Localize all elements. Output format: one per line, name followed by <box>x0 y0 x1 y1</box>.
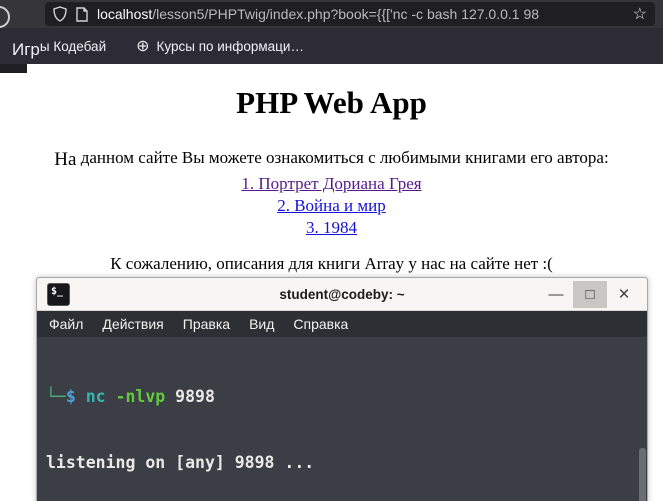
terminal-output-line: listening on [any] 9898 ... <box>46 453 315 472</box>
bookmark-label: Курсы по информаци… <box>156 38 304 54</box>
bookmark-label-prefix: Игр <box>12 40 40 59</box>
menu-help[interactable]: Справка <box>293 316 348 332</box>
menu-view[interactable]: Вид <box>249 316 274 332</box>
bookmark-item-codeby-games[interactable]: Игр ы Кодебай <box>12 36 107 60</box>
shield-icon <box>53 6 67 22</box>
terminal-prompt-line: └─$ nc -nlvp 9898 <box>46 386 647 408</box>
bookmark-star-icon[interactable]: ☆ <box>633 4 647 24</box>
browser-toolbar: localhost/lesson5/PHPTwig/index.php?book… <box>0 0 663 28</box>
screen: localhost/lesson5/PHPTwig/index.php?book… <box>0 0 663 501</box>
menu-actions[interactable]: Действия <box>102 316 163 332</box>
intro-prefix: На <box>54 149 77 170</box>
window-controls: — □ × <box>539 278 641 311</box>
intro-rest: данном сайте Вы можете ознакомиться с лю… <box>76 148 609 167</box>
menu-file[interactable]: Файл <box>49 316 83 332</box>
menu-edit[interactable]: Правка <box>183 316 230 332</box>
webpage-content: PHP Web App На данном сайте Вы можете оз… <box>0 64 663 274</box>
terminal-window: $_ student@codeby: ~ — □ × Файл Действия… <box>36 277 648 501</box>
book-links: 1. Портрет Дориана Грея 2. Война и мир 3… <box>0 173 663 239</box>
prompt-argument: 9898 <box>165 387 215 406</box>
url-fade <box>586 6 627 22</box>
maximize-button[interactable]: □ <box>573 281 607 308</box>
bookmarks-bar: Игр ы Кодебай ⊕ Курсы по информаци… <box>0 28 663 64</box>
globe-icon: ⊕ <box>136 38 150 55</box>
page-icon <box>76 6 88 22</box>
prompt-branch: └─ <box>46 387 66 406</box>
url-text[interactable]: localhost/lesson5/PHPTwig/index.php?book… <box>97 6 627 22</box>
account-icon[interactable] <box>0 6 10 28</box>
url-path: /lesson5/PHPTwig/index.php?book={{['nc -… <box>152 6 540 22</box>
book-link-2[interactable]: 2. Война и мир <box>0 195 663 217</box>
book-link-1[interactable]: 1. Портрет Дориана Грея <box>0 173 663 195</box>
close-button[interactable]: × <box>607 281 641 308</box>
book-link-3[interactable]: 3. 1984 <box>0 217 663 239</box>
url-domain: localhost <box>97 6 153 22</box>
prompt-options: -nlvp <box>115 387 166 406</box>
terminal-menubar: Файл Действия Правка Вид Справка <box>37 311 647 337</box>
bookmark-label-rest: ы Кодебай <box>39 38 107 54</box>
address-bar[interactable]: localhost/lesson5/PHPTwig/index.php?book… <box>45 2 655 26</box>
page-title: PHP Web App <box>236 85 427 120</box>
terminal-body[interactable]: └─$ nc -nlvp 9898 listening on [any] 989… <box>37 337 647 501</box>
prompt-dollar: $ <box>65 387 76 406</box>
sorry-message: К сожалению, описания для книги Array у … <box>110 254 553 273</box>
bookmark-item-courses[interactable]: ⊕ Курсы по информаци… <box>118 36 304 56</box>
terminal-scrollbar-thumb[interactable] <box>639 448 646 501</box>
terminal-titlebar[interactable]: $_ student@codeby: ~ — □ × <box>37 278 647 311</box>
minimize-button[interactable]: — <box>539 281 573 308</box>
intro-text: На данном сайте Вы можете ознакомиться с… <box>0 147 663 170</box>
prompt-command: nc <box>85 387 106 406</box>
